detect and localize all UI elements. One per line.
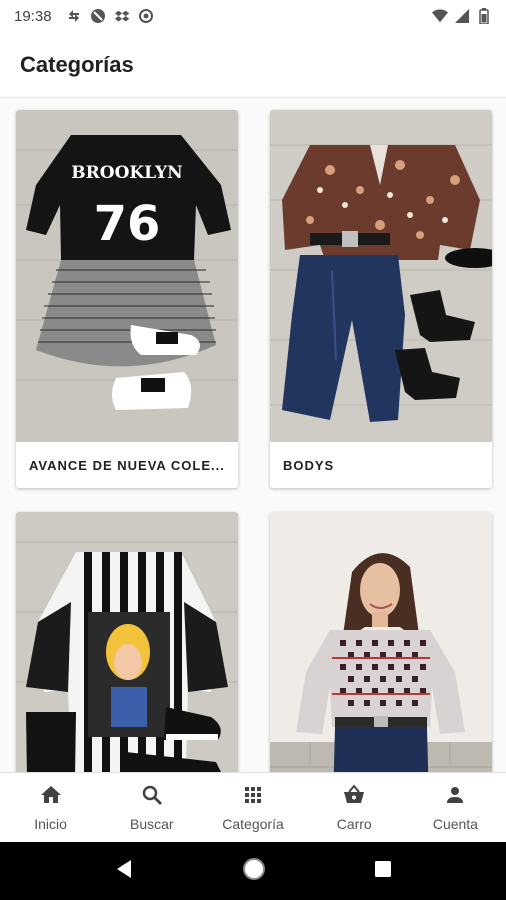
category-image: BROOKLYN 76 (16, 110, 238, 442)
sync-icon (66, 8, 82, 24)
category-card-nueva-coleccion[interactable]: BROOKLYN 76 AVANCE DE NUEVA COLE... (16, 110, 238, 488)
category-card-3[interactable] (16, 512, 238, 772)
nav-buscar[interactable]: Buscar (101, 773, 202, 842)
nav-label: Cuenta (432, 816, 478, 832)
svg-text:BROOKLYN: BROOKLYN (71, 163, 182, 183)
grid-icon (241, 783, 265, 812)
nav-label: Buscar (130, 816, 174, 832)
dropbox-icon (114, 8, 130, 24)
svg-text:76: 76 (94, 196, 161, 252)
nav-inicio[interactable]: Inicio (0, 773, 101, 842)
nav-label: Carro (336, 816, 372, 832)
status-system-icons (432, 8, 492, 24)
nav-categoria[interactable]: Categoría (202, 773, 303, 842)
home-icon (39, 783, 63, 812)
page-title: Categorías (20, 51, 134, 77)
category-label: BODYS (283, 457, 335, 473)
home-button-icon[interactable] (241, 856, 267, 887)
nav-carro[interactable]: Carro (304, 773, 405, 842)
category-image (16, 512, 238, 772)
basket-icon (342, 783, 366, 812)
category-image (270, 110, 492, 442)
status-time: 19:38 (14, 7, 52, 25)
status-notification-icons (66, 8, 154, 24)
wifi-icon (432, 8, 448, 24)
recents-icon[interactable] (373, 859, 393, 884)
signal-icon (454, 8, 470, 24)
battery-icon (476, 8, 492, 24)
status-bar: 19:38 (0, 0, 506, 32)
category-label: AVANCE DE NUEVA COLE... (29, 457, 225, 473)
app-bar: Categorías (0, 32, 506, 98)
nav-label: Inicio (34, 816, 67, 832)
system-navigation-bar (0, 842, 506, 900)
search-icon (140, 783, 164, 812)
no-camera-icon (90, 8, 106, 24)
nav-cuenta[interactable]: Cuenta (405, 773, 506, 842)
bottom-navigation: Inicio Buscar Categoría Carro Cuenta (0, 772, 506, 842)
data-saver-icon (138, 8, 154, 24)
category-card-4[interactable] (270, 512, 492, 772)
nav-label: Categoría (222, 816, 284, 832)
category-card-bodys[interactable]: BODYS (270, 110, 492, 488)
category-grid: BROOKLYN 76 AVANCE DE NUEVA COLE... BODY… (0, 98, 506, 772)
category-image (270, 512, 492, 772)
person-icon (443, 783, 467, 812)
back-icon[interactable] (113, 858, 135, 885)
